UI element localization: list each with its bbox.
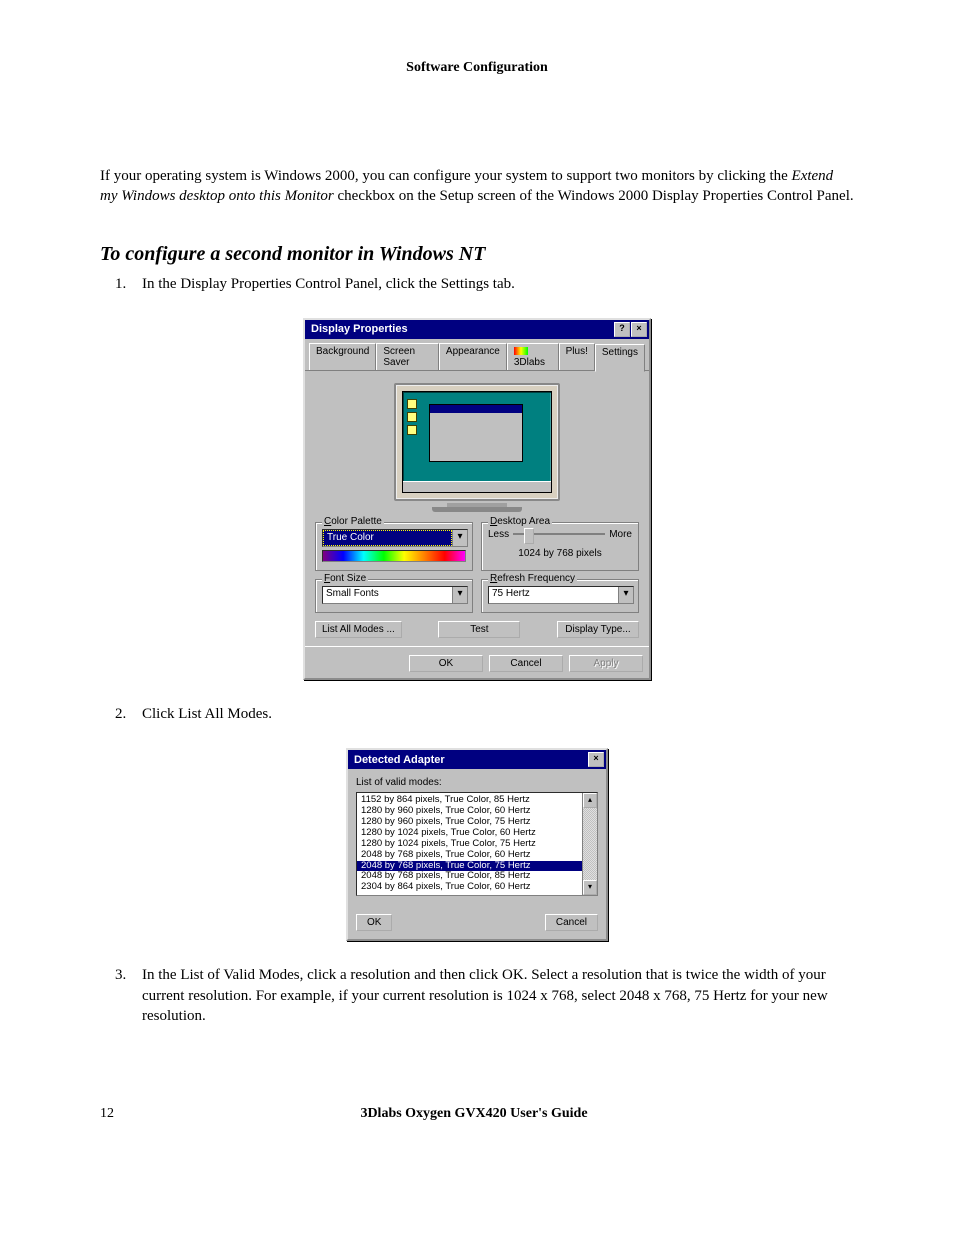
tab-settings[interactable]: Settings <box>595 344 645 372</box>
listbox-scrollbar[interactable]: ▴ ▾ <box>582 793 597 895</box>
list-of-valid-modes-label: List of valid modes: <box>356 777 598 788</box>
tab-screensaver[interactable]: Screen Saver <box>376 343 439 370</box>
slider-thumb[interactable] <box>524 528 534 544</box>
font-size-group: Font Size Small Fonts ▾ <box>315 579 473 613</box>
desktop-area-value: 1024 by 768 pixels <box>488 548 632 559</box>
color-palette-combo[interactable]: True Color ▾ <box>322 529 468 547</box>
tab-3dlabs[interactable]: 3Dlabs <box>507 343 559 370</box>
section-heading: To configure a second monitor in Windows… <box>100 243 854 266</box>
footer-guide-title: 3Dlabs Oxygen GVX420 User's Guide <box>114 1106 834 1122</box>
dialog-titlebar[interactable]: Display Properties ? × <box>305 320 649 339</box>
dialog2-titlebar[interactable]: Detected Adapter × <box>348 750 606 769</box>
step-3: In the List of Valid Modes, click a reso… <box>130 965 854 1026</box>
chevron-down-icon[interactable]: ▾ <box>452 530 467 546</box>
ok-button[interactable]: OK <box>409 655 483 672</box>
font-size-combo[interactable]: Small Fonts ▾ <box>322 586 468 604</box>
tab-plus[interactable]: Plus! <box>559 343 595 370</box>
step-2: Click List All Modes. <box>130 704 854 724</box>
scroll-down-icon[interactable]: ▾ <box>583 880 597 895</box>
dialog-title: Display Properties <box>311 323 408 335</box>
tab-appearance[interactable]: Appearance <box>439 343 507 370</box>
desktop-area-group: Desktop Area Less More 1024 by 768 pixel… <box>481 522 639 571</box>
display-type-button[interactable]: Display Type... <box>557 621 639 638</box>
close-icon[interactable]: × <box>588 752 604 767</box>
ok-button[interactable]: OK <box>356 914 392 931</box>
help-icon[interactable]: ? <box>614 322 630 337</box>
color-palette-group: Color Palette True Color ▾ <box>315 522 473 571</box>
color-palette-value: True Color <box>323 530 452 546</box>
font-size-label: Font Size <box>322 573 368 584</box>
valid-modes-listbox[interactable]: 1152 by 864 pixels, True Color, 85 Hertz… <box>356 792 598 896</box>
detected-adapter-dialog: Detected Adapter × List of valid modes: … <box>346 748 608 941</box>
intro-text-2: checkbox on the Setup screen of the Wind… <box>334 188 854 204</box>
desktop-area-label: Desktop Area <box>488 516 552 527</box>
list-item[interactable]: 1280 by 1024 pixels, True Color, 75 Hert… <box>357 839 582 850</box>
cancel-button[interactable]: Cancel <box>545 914 598 931</box>
display-properties-dialog: Display Properties ? × Background Screen… <box>303 318 651 680</box>
intro-text-1: If your operating system is Windows 2000… <box>100 168 792 184</box>
step-1: In the Display Properties Control Panel,… <box>130 274 854 294</box>
cancel-button[interactable]: Cancel <box>489 655 563 672</box>
desktop-area-slider[interactable] <box>513 533 605 535</box>
refresh-frequency-group: Refresh Frequency 75 Hertz ▾ <box>481 579 639 613</box>
refresh-frequency-value: 75 Hertz <box>489 587 618 603</box>
chevron-down-icon[interactable]: ▾ <box>618 587 633 603</box>
dialog2-title: Detected Adapter <box>354 754 445 766</box>
test-button[interactable]: Test <box>438 621 520 638</box>
color-spectrum <box>322 550 466 562</box>
tab-row: Background Screen Saver Appearance 3Dlab… <box>305 339 649 371</box>
scroll-up-icon[interactable]: ▴ <box>583 793 597 808</box>
chevron-down-icon[interactable]: ▾ <box>452 587 467 603</box>
refresh-frequency-label: Refresh Frequency <box>488 573 577 584</box>
list-item[interactable]: 2048 by 768 pixels, True Color, 60 Hertz <box>357 850 582 861</box>
slider-more-label: More <box>609 529 632 540</box>
intro-paragraph: If your operating system is Windows 2000… <box>100 166 854 207</box>
font-size-value: Small Fonts <box>323 587 452 603</box>
close-icon[interactable]: × <box>631 322 647 337</box>
page-number: 12 <box>100 1106 114 1122</box>
list-item[interactable]: 2304 by 864 pixels, True Color, 60 Hertz <box>357 882 582 893</box>
tab-background[interactable]: Background <box>309 343 376 370</box>
document-header: Software Configuration <box>100 60 854 76</box>
3dlabs-icon <box>514 347 528 355</box>
color-palette-label: Color Palette <box>322 516 384 527</box>
tab-3dlabs-label: 3Dlabs <box>514 357 545 368</box>
refresh-frequency-combo[interactable]: 75 Hertz ▾ <box>488 586 634 604</box>
list-all-modes-button[interactable]: List All Modes ... <box>315 621 402 638</box>
apply-button[interactable]: Apply <box>569 655 643 672</box>
monitor-preview <box>394 383 560 512</box>
slider-less-label: Less <box>488 529 509 540</box>
